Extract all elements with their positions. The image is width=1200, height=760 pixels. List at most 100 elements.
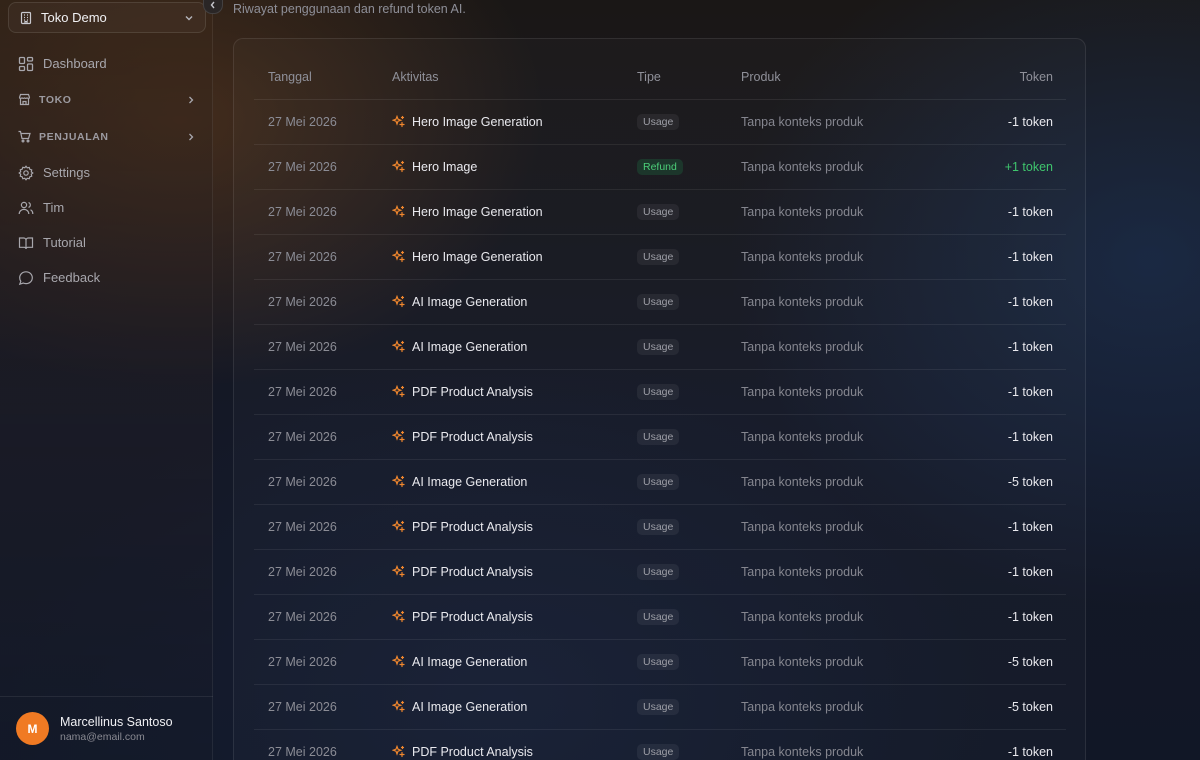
sparkle-icon bbox=[392, 430, 405, 443]
token-history-card: Tanggal Aktivitas Tipe Produk Token 27 M… bbox=[233, 38, 1086, 760]
sparkle-icon bbox=[392, 700, 405, 713]
row-activity: Hero Image Generation bbox=[392, 234, 637, 280]
sparkle-icon bbox=[392, 250, 405, 263]
type-badge: Usage bbox=[637, 113, 680, 130]
table-row: 27 Mei 2026 PDF Product Analysis Usage Tanp… bbox=[254, 504, 1066, 550]
sparkle-icon bbox=[392, 295, 405, 308]
row-date: 27 Mei 2026 bbox=[254, 549, 392, 595]
row-token: -1 token bbox=[941, 729, 1066, 760]
row-date: 27 Mei 2026 bbox=[254, 234, 392, 280]
sparkle-icon bbox=[392, 160, 405, 173]
row-activity-label: AI Image Generation bbox=[412, 699, 528, 714]
table-row: 27 Mei 2026 PDF Product Analysis Usage Tanp… bbox=[254, 549, 1066, 595]
sidebar-item-feedback[interactable]: Feedback bbox=[8, 260, 206, 295]
dashboard-icon bbox=[18, 56, 34, 72]
sidebar: Toko Demo Dashboard TOKO PENJUALAN Setti… bbox=[0, 0, 223, 760]
sparkle-icon bbox=[392, 655, 405, 668]
column-header-product: Produk bbox=[741, 55, 941, 100]
column-header-date: Tanggal bbox=[254, 55, 392, 100]
store-selector[interactable]: Toko Demo bbox=[8, 2, 206, 33]
row-type: Usage bbox=[637, 234, 741, 280]
row-activity: AI Image Generation bbox=[392, 459, 637, 505]
row-type: Usage bbox=[637, 279, 741, 325]
book-icon bbox=[18, 235, 34, 251]
type-badge: Usage bbox=[637, 293, 680, 310]
row-token: -1 token bbox=[941, 549, 1066, 595]
token-history-table: Tanggal Aktivitas Tipe Produk Token 27 M… bbox=[254, 55, 1066, 760]
sidebar-item-label: Feedback bbox=[43, 270, 101, 285]
row-type: Usage bbox=[637, 504, 741, 550]
table-row: 27 Mei 2026 AI Image Generation Usage Tanpa… bbox=[254, 684, 1066, 730]
user-profile[interactable]: M Marcellinus Santoso nama@email.com bbox=[0, 696, 213, 760]
row-type: Usage bbox=[637, 459, 741, 505]
sidebar-item-tim[interactable]: Tim bbox=[8, 190, 206, 225]
table-row: 27 Mei 2026 AI Image Generation Usage Tanpa… bbox=[254, 459, 1066, 505]
row-token: -1 token bbox=[941, 279, 1066, 325]
row-type: Usage bbox=[637, 594, 741, 640]
sparkle-icon bbox=[392, 610, 405, 623]
sparkle-icon bbox=[392, 745, 405, 758]
column-header-activity: Aktivitas bbox=[392, 55, 637, 100]
row-activity-label: PDF Product Analysis bbox=[412, 384, 533, 399]
row-product: Tanpa konteks produk bbox=[741, 549, 941, 595]
row-activity: AI Image Generation bbox=[392, 639, 637, 685]
store-icon bbox=[18, 93, 31, 106]
type-badge: Usage bbox=[637, 743, 680, 760]
row-date: 27 Mei 2026 bbox=[254, 504, 392, 550]
sidebar-item-settings[interactable]: Settings bbox=[8, 155, 206, 190]
sidebar-item-tutorial[interactable]: Tutorial bbox=[8, 225, 206, 260]
table-row: 27 Mei 2026 Hero Image Generation Usage Tan… bbox=[254, 189, 1066, 235]
row-activity-label: Hero Image Generation bbox=[412, 114, 543, 129]
sparkle-icon bbox=[392, 115, 405, 128]
row-activity: PDF Product Analysis bbox=[392, 414, 637, 460]
row-date: 27 Mei 2026 bbox=[254, 594, 392, 640]
sidebar-section-toko[interactable]: TOKO bbox=[8, 81, 206, 118]
sparkle-icon bbox=[392, 520, 405, 533]
row-token: -5 token bbox=[941, 639, 1066, 685]
sparkle-icon bbox=[392, 475, 405, 488]
sidebar-section-penjualan[interactable]: PENJUALAN bbox=[8, 118, 206, 155]
row-activity-label: Hero Image Generation bbox=[412, 204, 543, 219]
type-badge: Usage bbox=[637, 248, 680, 265]
row-date: 27 Mei 2026 bbox=[254, 369, 392, 415]
sparkle-icon bbox=[392, 340, 405, 353]
row-product: Tanpa konteks produk bbox=[741, 729, 941, 760]
row-type: Usage bbox=[637, 729, 741, 760]
user-email: nama@email.com bbox=[60, 730, 145, 743]
row-type: Usage bbox=[637, 549, 741, 595]
sidebar-item-label: Tim bbox=[43, 200, 65, 215]
type-badge: Usage bbox=[637, 428, 680, 445]
row-token: -1 token bbox=[941, 369, 1066, 415]
row-date: 27 Mei 2026 bbox=[254, 144, 392, 190]
sidebar-item-dashboard[interactable]: Dashboard bbox=[8, 46, 206, 81]
row-activity-label: AI Image Generation bbox=[412, 654, 528, 669]
row-activity: PDF Product Analysis bbox=[392, 594, 637, 640]
row-activity-label: AI Image Generation bbox=[412, 474, 528, 489]
row-product: Tanpa konteks produk bbox=[741, 234, 941, 280]
type-badge: Usage bbox=[637, 203, 680, 220]
row-product: Tanpa konteks produk bbox=[741, 639, 941, 685]
row-activity: Hero Image bbox=[392, 144, 637, 190]
table-row: 27 Mei 2026 PDF Product Analysis Usage Tanp… bbox=[254, 369, 1066, 415]
type-badge: Usage bbox=[637, 563, 680, 580]
row-type: Usage bbox=[637, 414, 741, 460]
type-badge: Usage bbox=[637, 518, 680, 535]
table-row: 27 Mei 2026 AI Image Generation Usage Tanpa… bbox=[254, 324, 1066, 370]
table-row: 27 Mei 2026 PDF Product Analysis Usage Tanp… bbox=[254, 729, 1066, 760]
type-badge: Usage bbox=[637, 338, 680, 355]
row-token: -1 token bbox=[941, 99, 1066, 145]
row-token: -5 token bbox=[941, 684, 1066, 730]
row-activity: Hero Image Generation bbox=[392, 99, 637, 145]
row-product: Tanpa konteks produk bbox=[741, 99, 941, 145]
sidebar-item-label: Settings bbox=[43, 165, 90, 180]
type-badge: Usage bbox=[637, 383, 680, 400]
row-activity-label: PDF Product Analysis bbox=[412, 564, 533, 579]
type-badge: Refund bbox=[637, 158, 683, 175]
table-row: 27 Mei 2026 AI Image Generation Usage Tanpa… bbox=[254, 639, 1066, 685]
row-activity-label: Hero Image bbox=[412, 159, 478, 174]
cart-icon bbox=[18, 130, 31, 143]
row-activity: PDF Product Analysis bbox=[392, 729, 637, 760]
row-date: 27 Mei 2026 bbox=[254, 324, 392, 370]
row-product: Tanpa konteks produk bbox=[741, 189, 941, 235]
store-name: Toko Demo bbox=[41, 10, 107, 25]
